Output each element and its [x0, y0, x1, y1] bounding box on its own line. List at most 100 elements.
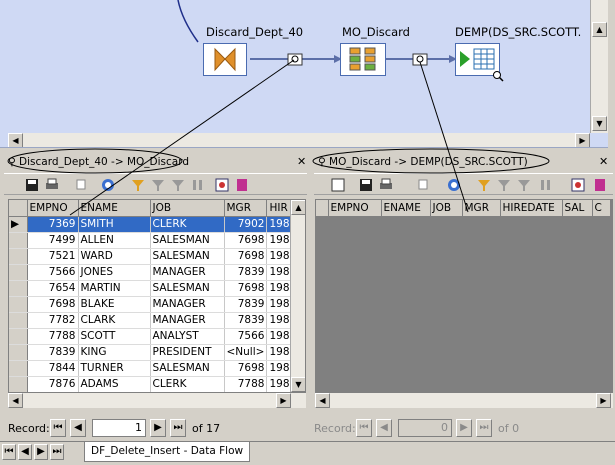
column-header[interactable]: ENAME [381, 200, 431, 217]
table-cell[interactable]: 7499 [27, 232, 79, 249]
column-header[interactable]: MGR [462, 200, 501, 217]
table-cell[interactable]: MANAGER [150, 296, 225, 313]
filter-add-icon[interactable] [496, 177, 512, 193]
column-header[interactable]: JOB [430, 200, 463, 217]
last-record-button[interactable]: ⏭ [476, 419, 492, 437]
table-cell[interactable]: 7788 [224, 376, 268, 392]
table-cell[interactable]: 7876 [27, 376, 79, 392]
table-cell[interactable]: SCOTT [78, 328, 151, 345]
canvas-horizontal-scrollbar[interactable]: ◀ ▶ [8, 133, 590, 147]
column-header[interactable]: EMPNO [328, 200, 382, 217]
table-row[interactable]: 7521 WARD SALESMAN 7698 198 [9, 248, 294, 265]
table-cell[interactable]: ALLEN [78, 232, 151, 249]
tab-data-flow[interactable]: DF_Delete_Insert - Data Flow [84, 442, 251, 462]
previous-record-button[interactable]: ◀ [70, 419, 86, 437]
table-row[interactable]: 7844 TURNER SALESMAN 7698 198 [9, 360, 294, 377]
scroll-right-arrow-icon[interactable]: ▶ [276, 393, 291, 408]
next-tab-button[interactable]: ▶ [34, 444, 48, 460]
table-cell[interactable]: WARD [78, 248, 151, 265]
scroll-left-arrow-icon[interactable]: ◀ [8, 393, 23, 408]
first-record-button[interactable]: ⏮ [50, 419, 66, 437]
data-flow-canvas[interactable]: Discard_Dept_40 MO_Discard DEMP(DS_SRC.S… [0, 0, 608, 148]
row-indicator[interactable] [9, 360, 28, 377]
table-cell[interactable]: PRESIDENT [150, 344, 225, 361]
grid-view-icon[interactable] [330, 177, 346, 193]
grid-horizontal-scrollbar[interactable]: ◀ ▶ [315, 393, 613, 408]
right-data-grid[interactable]: EMPNO ENAME JOB MGR HIREDATE SAL C [315, 199, 613, 393]
last-record-button[interactable]: ⏭ [170, 419, 186, 437]
table-row[interactable]: 7876 ADAMS CLERK 7788 198 [9, 376, 294, 392]
scroll-down-arrow-icon[interactable]: ▼ [291, 377, 305, 392]
scroll-right-arrow-icon[interactable]: ▶ [596, 393, 611, 408]
table-row[interactable]: 7566 JONES MANAGER 7839 198 [9, 264, 294, 281]
scroll-up-arrow-icon[interactable]: ▲ [592, 22, 607, 37]
table-cell[interactable]: BLAKE [78, 296, 151, 313]
row-indicator[interactable] [9, 376, 28, 392]
copy-icon[interactable] [74, 177, 90, 193]
save-icon[interactable] [24, 177, 40, 193]
column-header[interactable]: ENAME [78, 200, 151, 217]
table-cell[interactable]: 7698 [224, 280, 268, 297]
table-cell[interactable]: MARTIN [78, 280, 151, 297]
columns-icon[interactable] [214, 177, 230, 193]
scroll-down-arrow-icon[interactable]: ▼ [592, 116, 607, 131]
table-cell[interactable]: 7839 [27, 344, 79, 361]
filter-remove-icon[interactable] [516, 177, 532, 193]
record-number-input[interactable]: 0 [398, 419, 452, 437]
table-cell[interactable]: 7521 [27, 248, 79, 265]
save-icon[interactable] [358, 177, 374, 193]
magnifier-icon[interactable] [492, 70, 504, 82]
first-record-button[interactable]: ⏮ [356, 419, 372, 437]
scroll-right-arrow-icon[interactable]: ▶ [575, 133, 590, 147]
table-cell[interactable]: SALESMAN [150, 360, 225, 377]
next-record-button[interactable]: ▶ [150, 419, 166, 437]
table-cell[interactable]: CLERK [150, 216, 225, 233]
table-cell[interactable]: JONES [78, 264, 151, 281]
table-cell[interactable]: <Null> [224, 344, 268, 361]
print-icon[interactable] [44, 177, 60, 193]
query-transform-icon[interactable] [203, 43, 247, 76]
row-indicator[interactable]: ▶ [9, 216, 28, 233]
table-cell[interactable]: 7566 [224, 328, 268, 345]
table-cell[interactable]: 7698 [224, 360, 268, 377]
view-options-icon[interactable] [234, 177, 250, 193]
next-record-button[interactable]: ▶ [456, 419, 472, 437]
filter-add-icon[interactable] [150, 177, 166, 193]
table-cell[interactable]: MANAGER [150, 312, 225, 329]
map-operation-icon[interactable] [340, 43, 386, 76]
refresh-icon[interactable] [446, 177, 462, 193]
table-row[interactable]: 7782 CLARK MANAGER 7839 198 [9, 312, 294, 329]
grid-vertical-scrollbar[interactable]: ▲ ▼ [290, 200, 305, 392]
table-row[interactable]: 7654 MARTIN SALESMAN 7698 198 [9, 280, 294, 297]
table-cell[interactable]: 7839 [224, 296, 268, 313]
table-row[interactable]: 7839 KING PRESIDENT <Null> 198 [9, 344, 294, 361]
table-cell[interactable]: SALESMAN [150, 232, 225, 249]
row-indicator[interactable] [9, 248, 28, 265]
close-icon[interactable]: ✕ [599, 156, 608, 168]
scroll-up-arrow-icon[interactable]: ▲ [291, 200, 305, 215]
copy-icon[interactable] [416, 177, 432, 193]
table-cell[interactable]: SALESMAN [150, 248, 225, 265]
scroll-left-arrow-icon[interactable]: ◀ [8, 133, 23, 147]
table-cell[interactable]: 7654 [27, 280, 79, 297]
row-indicator[interactable] [9, 328, 28, 345]
row-indicator[interactable] [9, 344, 28, 361]
table-cell[interactable]: 7844 [27, 360, 79, 377]
previous-record-button[interactable]: ◀ [376, 419, 392, 437]
table-cell[interactable]: 7902 [224, 216, 268, 233]
table-cell[interactable]: 7839 [224, 264, 268, 281]
close-icon[interactable]: ✕ [297, 156, 306, 168]
table-cell[interactable]: 7698 [224, 248, 268, 265]
table-row[interactable]: 7788 SCOTT ANALYST 7566 198 [9, 328, 294, 345]
view-options-icon[interactable] [592, 177, 608, 193]
scroll-left-arrow-icon[interactable]: ◀ [315, 393, 330, 408]
table-cell[interactable]: KING [78, 344, 151, 361]
table-cell[interactable]: SMITH [78, 216, 151, 233]
table-row[interactable]: ▶ 7369 SMITH CLERK 7902 198 [9, 216, 294, 233]
column-header[interactable]: JOB [150, 200, 225, 217]
table-cell[interactable]: 7698 [224, 232, 268, 249]
table-cell[interactable]: 7698 [27, 296, 79, 313]
refresh-icon[interactable] [100, 177, 116, 193]
column-header[interactable]: SAL [562, 200, 593, 217]
left-data-grid[interactable]: EMPNO ENAME JOB MGR HIR ▶ 7369 SMITH CLERK 7… [8, 199, 306, 393]
